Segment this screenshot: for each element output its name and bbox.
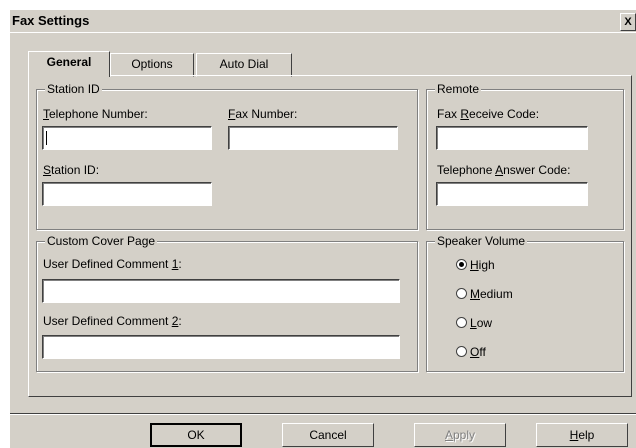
fax-settings-dialog: Fax Settings X General Options Auto Dial… <box>10 10 636 448</box>
cancel-button[interactable]: Cancel <box>282 423 374 447</box>
fax-receive-code-label-pre: Fax <box>437 107 461 121</box>
speaker-volume-off-mnemonic: O <box>470 345 480 359</box>
telephone-answer-code-label: Telephone Answer Code: <box>437 163 570 177</box>
fax-number-label-text: ax Number: <box>235 107 298 121</box>
user-comment-1-label-pre: User Defined Comment <box>43 257 172 271</box>
apply-mnemonic: A <box>444 428 453 442</box>
fax-number-field[interactable] <box>228 126 398 150</box>
telephone-answer-code-field[interactable] <box>436 182 588 206</box>
radio-unselected-icon <box>456 317 467 328</box>
custom-cover-page-legend: Custom Cover Page <box>45 234 158 248</box>
speaker-volume-low-mnemonic: L <box>470 316 477 330</box>
station-id-field[interactable] <box>42 182 212 206</box>
remote-legend: Remote <box>435 82 482 96</box>
speaker-volume-off-label: ff <box>479 345 486 359</box>
user-comment-2-label: User Defined Comment 2: <box>43 314 182 328</box>
user-comment-2-field[interactable] <box>42 335 400 359</box>
user-comment-2-label-text: : <box>178 314 182 328</box>
speaker-volume-medium-mnemonic: M <box>470 287 480 301</box>
telephone-answer-code-mnemonic: A <box>495 163 504 177</box>
tab-auto-dial[interactable]: Auto Dial <box>196 53 292 77</box>
telephone-answer-code-label-pre: Telephone <box>437 163 496 177</box>
speaker-volume-medium-label: edium <box>480 287 513 301</box>
speaker-volume-high-radio[interactable]: High <box>456 258 495 272</box>
tab-general-label: General <box>46 55 92 69</box>
telephone-number-label-text: elephone Number: <box>49 107 148 121</box>
station-id-label: Station ID: <box>43 163 99 177</box>
close-icon[interactable]: X <box>620 13 636 31</box>
dialog-divider <box>10 413 636 415</box>
station-id-mnemonic: S <box>43 163 52 177</box>
user-comment-1-label-text: : <box>178 257 182 271</box>
help-label: elp <box>578 428 595 442</box>
station-id-legend: Station ID <box>45 82 102 96</box>
telephone-answer-code-label-text: nswer Code: <box>503 163 571 177</box>
tab-options-label: Options <box>131 57 173 71</box>
apply-button[interactable]: Apply <box>414 423 506 447</box>
speaker-volume-high-label: igh <box>478 258 495 272</box>
radio-selected-icon <box>456 259 467 270</box>
ok-button[interactable]: OK <box>150 423 242 447</box>
fax-receive-code-mnemonic: R <box>460 107 470 121</box>
tab-auto-dial-label: Auto Dial <box>219 57 269 71</box>
tab-general[interactable]: General <box>28 51 110 77</box>
help-button[interactable]: Help <box>536 423 628 447</box>
fax-receive-code-label-text: eceive Code: <box>469 107 540 121</box>
apply-label: pply <box>453 428 476 442</box>
fax-receive-code-label: Fax Receive Code: <box>437 107 539 121</box>
radio-unselected-icon <box>456 346 467 357</box>
title-bar[interactable]: Fax Settings X <box>10 10 636 33</box>
speaker-volume-legend: Speaker Volume <box>435 234 528 248</box>
radio-unselected-icon <box>456 288 467 299</box>
user-comment-1-label: User Defined Comment 1: <box>43 257 182 271</box>
speaker-volume-high-mnemonic: H <box>470 258 479 272</box>
telephone-number-field[interactable] <box>42 126 212 150</box>
telephone-number-label: Telephone Number: <box>43 107 148 121</box>
dialog-title: Fax Settings <box>12 13 90 28</box>
speaker-volume-low-label: ow <box>476 316 493 330</box>
speaker-volume-low-radio[interactable]: Low <box>456 316 492 330</box>
speaker-volume-medium-radio[interactable]: Medium <box>456 287 513 301</box>
tab-options[interactable]: Options <box>110 53 194 77</box>
user-comment-1-field[interactable] <box>42 279 400 303</box>
fax-receive-code-field[interactable] <box>436 126 588 150</box>
text-caret <box>46 131 47 145</box>
speaker-volume-off-radio[interactable]: Off <box>456 345 486 359</box>
station-id-label-text: tation ID: <box>51 163 100 177</box>
user-comment-2-label-pre: User Defined Comment <box>43 314 172 328</box>
fax-number-label: Fax Number: <box>228 107 297 121</box>
